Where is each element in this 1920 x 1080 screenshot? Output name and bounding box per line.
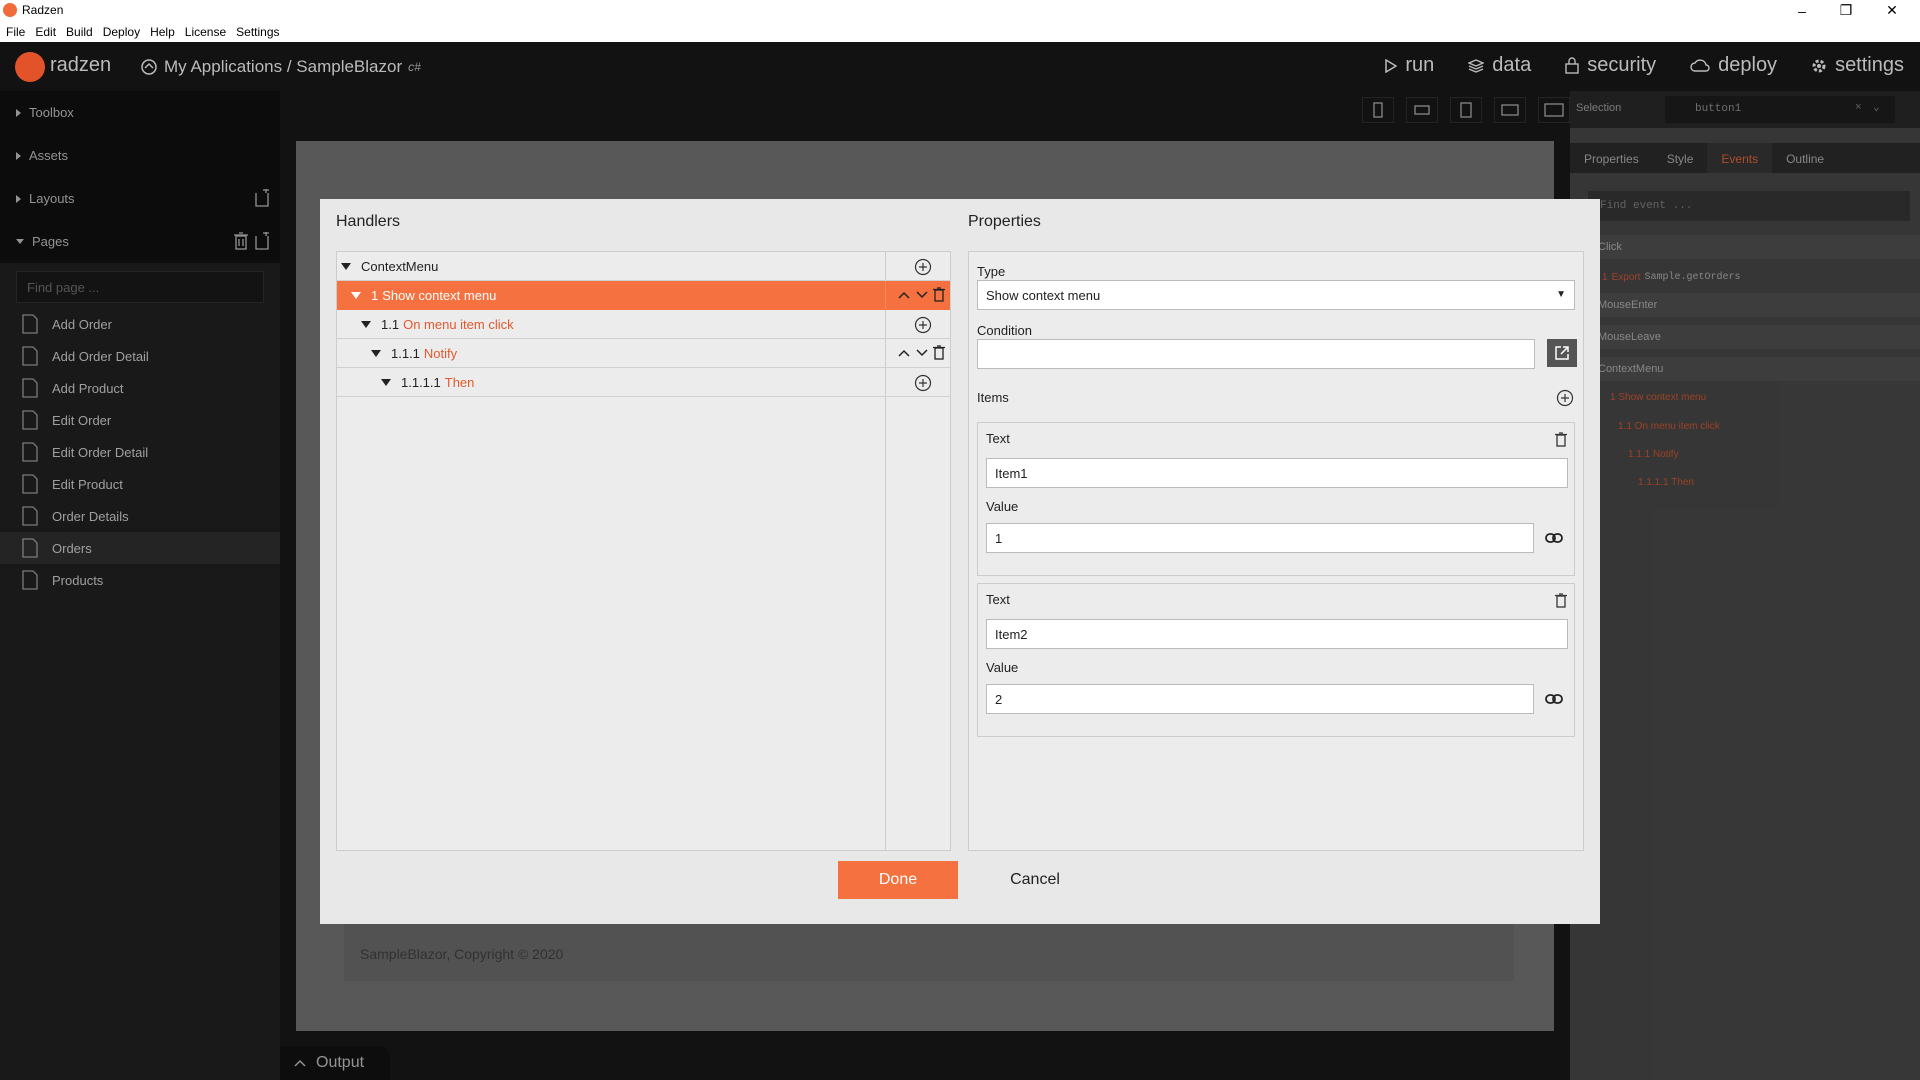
radzen-logo-text: radzen (50, 54, 112, 76)
item-text-label: Text (986, 592, 1010, 607)
cloud-upload-icon (1690, 58, 1710, 74)
item-value-input[interactable]: 2 (986, 684, 1534, 714)
nav-deploy[interactable]: deploy (1690, 54, 1777, 77)
menu-settings[interactable]: Settings (236, 25, 279, 39)
handlers-column-divider (885, 397, 886, 850)
handler-root-label: ContextMenu (361, 259, 439, 274)
radzen-logo-icon (15, 52, 45, 82)
properties-title: Properties (968, 213, 1041, 230)
context-menu-item-1: Text Item1 Value 1 (977, 422, 1575, 576)
window-titlebar: Radzen – ❐ ✕ (0, 0, 1920, 21)
menu-deploy[interactable]: Deploy (103, 25, 140, 39)
caret-down-icon (351, 292, 361, 299)
trash-icon[interactable] (933, 345, 945, 360)
handler-label: Notify (423, 346, 458, 361)
handler-number: 1.1 (381, 317, 400, 332)
handler-number: 1.1.1.1 (401, 375, 441, 390)
restore-icon[interactable]: ❐ (1824, 0, 1868, 21)
nav-run-label: run (1405, 54, 1435, 76)
item-value-label: Value (986, 660, 1019, 675)
item-value-input[interactable]: 1 (986, 523, 1534, 553)
nav-data-label: data (1492, 54, 1532, 76)
menu-help[interactable]: Help (150, 25, 175, 39)
type-select[interactable]: Show context menu ▼ (977, 280, 1575, 310)
breadcrumb-path[interactable]: My Applications / SampleBlazor (164, 57, 402, 77)
move-down-icon[interactable] (915, 290, 929, 300)
nav-deploy-label: deploy (1718, 54, 1778, 76)
condition-label: Condition (977, 323, 1032, 338)
nav-run[interactable]: run (1385, 54, 1434, 77)
external-link-icon (1554, 345, 1570, 361)
item-text-input[interactable]: Item1 (986, 458, 1568, 488)
layers-icon (1468, 58, 1485, 74)
add-handler-icon[interactable] (914, 374, 932, 392)
handler-label: Show context menu (382, 288, 497, 303)
cancel-button[interactable]: Cancel (980, 861, 1090, 899)
handler-root[interactable]: ContextMenu (337, 252, 950, 281)
item-value-label: Value (986, 499, 1019, 514)
nav-security-label: security (1587, 54, 1657, 76)
item-text-input[interactable]: Item2 (986, 619, 1568, 649)
handler-number: 1.1.1 (391, 346, 420, 361)
add-handler-icon[interactable] (914, 316, 932, 334)
link-icon[interactable] (1542, 529, 1566, 547)
properties-panel: Type Show context menu ▼ Condition Items… (968, 251, 1584, 851)
caret-down-icon (361, 321, 371, 328)
window-title: Radzen (22, 3, 64, 17)
caret-down-icon (341, 263, 351, 270)
menu-bar: File Edit Build Deploy Help License Sett… (0, 21, 1920, 42)
event-handlers-dialog: Handlers Properties ContextMenu 1 Show co… (320, 199, 1600, 924)
handlers-title: Handlers (336, 213, 401, 230)
top-nav: run data security deploy settings (1385, 54, 1904, 77)
move-up-icon[interactable] (897, 290, 911, 300)
minimize-icon[interactable]: – (1780, 0, 1824, 21)
menu-license[interactable]: License (185, 25, 226, 39)
handler-label: Then (444, 375, 475, 390)
nav-security[interactable]: security (1565, 54, 1656, 77)
trash-icon[interactable] (1554, 592, 1568, 608)
caret-down-icon (371, 350, 381, 357)
open-expression-editor-button[interactable] (1547, 339, 1577, 367)
move-up-icon[interactable] (897, 348, 911, 358)
menu-file[interactable]: File (6, 25, 25, 39)
dropdown-arrow-icon: ▼ (1556, 289, 1566, 300)
lock-icon (1565, 57, 1579, 74)
handler-1-1-1-notify[interactable]: 1.1.1 Notify (337, 339, 950, 368)
add-item-icon[interactable] (1555, 388, 1575, 408)
type-select-value: Show context menu (986, 288, 1101, 303)
link-icon[interactable] (1542, 690, 1566, 708)
apps-home-icon[interactable] (140, 58, 158, 76)
handlers-tree: ContextMenu 1 Show context menu 1.1 On men… (336, 251, 951, 851)
menu-edit[interactable]: Edit (35, 25, 56, 39)
app-header: radzen My Applications / SampleBlazor c#… (0, 42, 1920, 91)
play-icon (1385, 58, 1398, 73)
handler-1-show-context-menu[interactable]: 1 Show context menu (337, 281, 950, 310)
context-menu-item-2: Text Item2 Value 2 (977, 583, 1575, 737)
radzen-app-icon (3, 3, 17, 17)
trash-icon[interactable] (933, 287, 945, 302)
move-down-icon[interactable] (915, 348, 929, 358)
handler-number: 1 (371, 288, 379, 303)
handler-1-1-1-1-then[interactable]: 1.1.1.1 Then (337, 368, 950, 397)
condition-input[interactable] (977, 339, 1535, 369)
add-handler-icon[interactable] (914, 258, 932, 276)
menu-build[interactable]: Build (66, 25, 93, 39)
gear-icon (1811, 58, 1827, 74)
close-window-icon[interactable]: ✕ (1870, 0, 1914, 21)
nav-settings-label: settings (1835, 54, 1904, 76)
csharp-badge: c# (408, 60, 421, 74)
type-label: Type (977, 264, 1006, 279)
caret-down-icon (381, 379, 391, 386)
trash-icon[interactable] (1554, 431, 1568, 447)
breadcrumb: My Applications / SampleBlazor c# (140, 57, 421, 77)
done-button[interactable]: Done (838, 861, 958, 899)
nav-data[interactable]: data (1468, 54, 1531, 77)
nav-settings[interactable]: settings (1811, 54, 1904, 77)
handler-label: On menu item click (403, 317, 514, 332)
items-label: Items (977, 390, 1009, 405)
handler-1-1-on-menu-item-click[interactable]: 1.1 On menu item click (337, 310, 950, 339)
item-text-label: Text (986, 431, 1010, 446)
